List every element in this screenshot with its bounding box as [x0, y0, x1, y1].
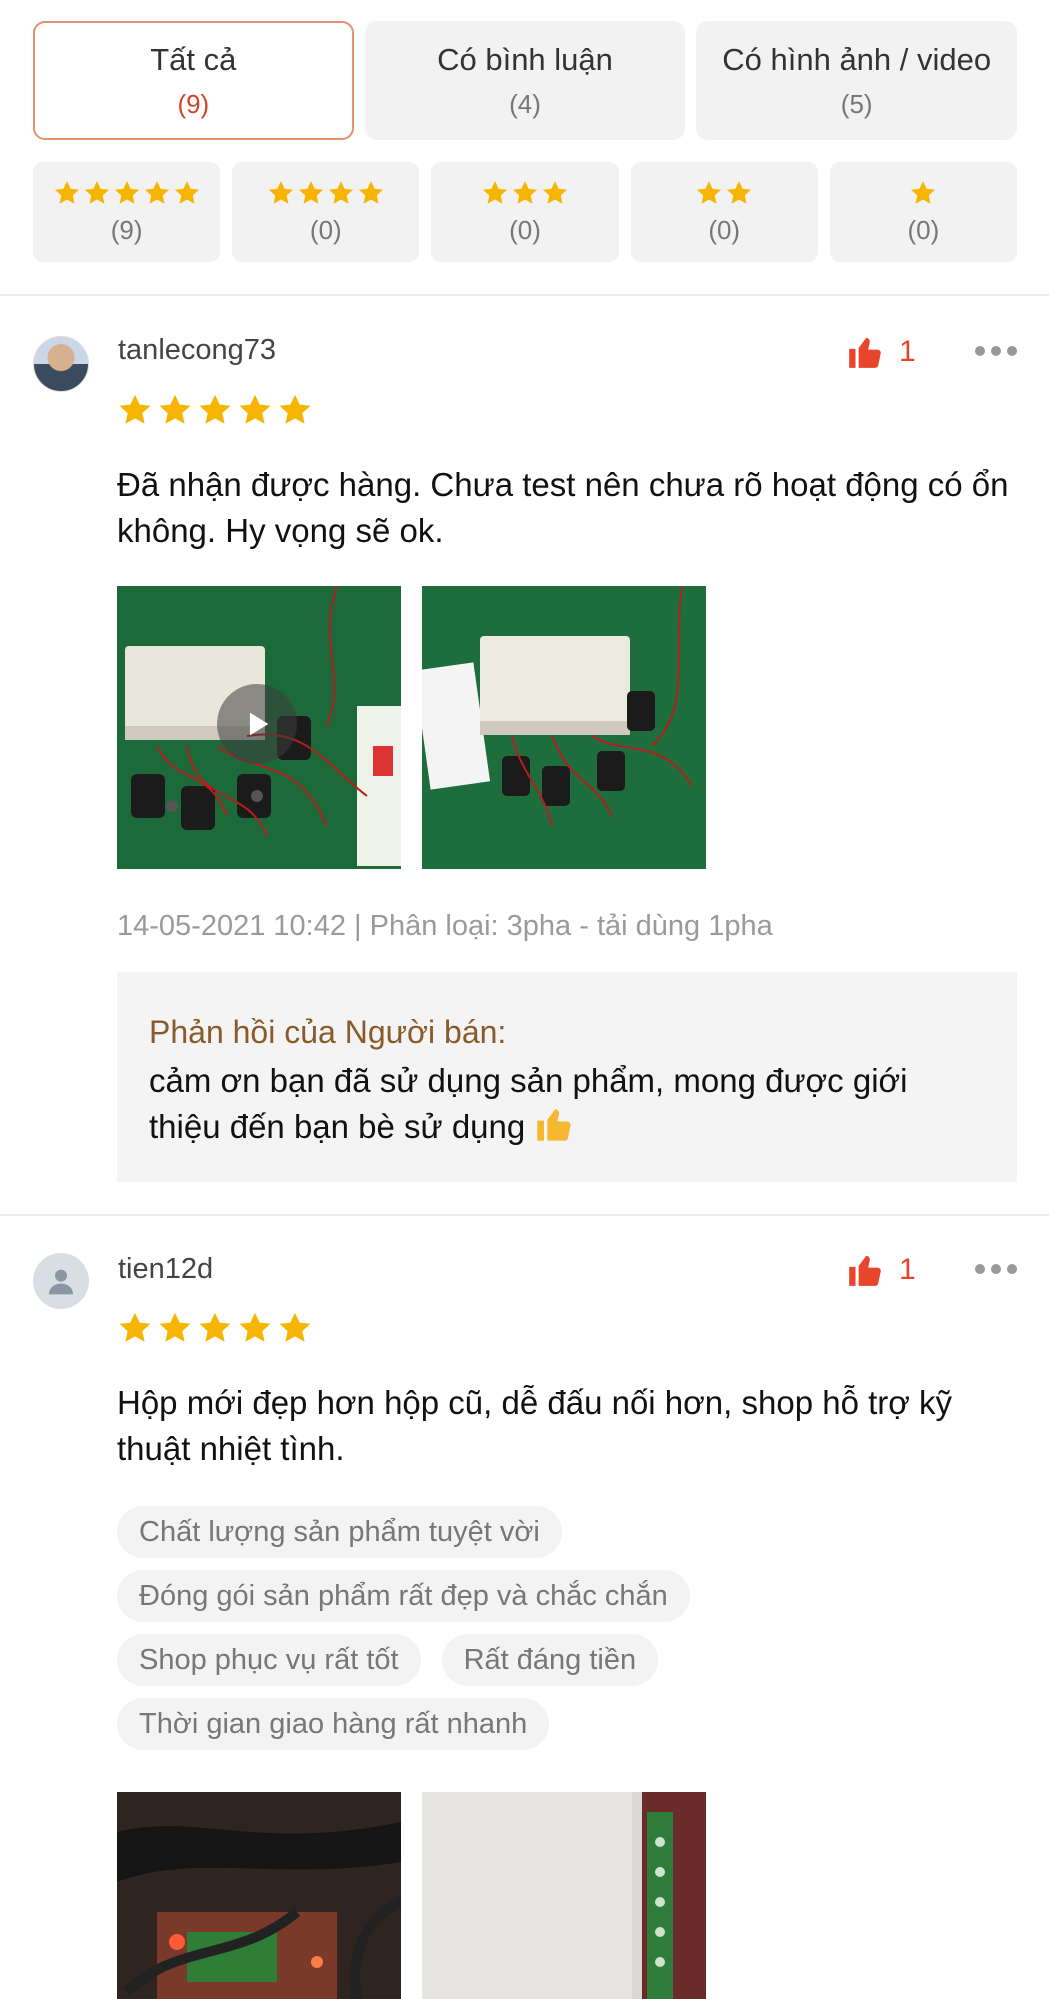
tab-with-media[interactable]: Có hình ảnh / video (5): [696, 21, 1018, 140]
reviewer-username[interactable]: tanlecong73: [118, 334, 276, 367]
star-icon: [83, 179, 111, 207]
review-rating: [117, 392, 317, 428]
star-icon: [277, 392, 313, 428]
reviewer-username[interactable]: tien12d: [118, 1253, 213, 1286]
like-count: 1: [899, 1253, 916, 1286]
star-icon: [297, 179, 325, 207]
star-icon: [157, 392, 193, 428]
star-filter-3[interactable]: (0): [431, 162, 619, 262]
star-icon: [511, 179, 539, 207]
star-icon: [541, 179, 569, 207]
more-options-icon[interactable]: [975, 346, 1017, 356]
star-icon: [481, 179, 509, 207]
review-tag: Rất đáng tiền: [441, 1634, 659, 1686]
star-icon: [909, 179, 937, 207]
star-icon: [725, 179, 753, 207]
star-icon: [267, 179, 295, 207]
review-image-thumbnail[interactable]: [117, 1792, 401, 1999]
star-icon: [357, 179, 385, 207]
star-filter-count: (9): [110, 214, 143, 245]
star-rating: [53, 179, 201, 207]
seller-reply-text: cảm ơn bạn đã sử dụng sản phẩm, mong đượ…: [149, 1058, 985, 1150]
tab-count: (4): [509, 88, 541, 119]
review-tags: Chất lượng sản phẩm tuyệt vời Đóng gói s…: [117, 1506, 1017, 1762]
review-image-thumbnail[interactable]: [422, 1792, 706, 1999]
review-tag: Chất lượng sản phẩm tuyệt vời: [117, 1506, 562, 1558]
thumbs-up-icon: [849, 1255, 881, 1286]
play-icon[interactable]: [217, 684, 297, 764]
avatar[interactable]: [33, 1253, 89, 1309]
review-meta: 14-05-2021 10:42 | Phân loại: 3pha - tải…: [117, 910, 773, 942]
review-comment: Hộp mới đẹp hơn hộp cũ, dễ đấu nối hơn, …: [117, 1384, 953, 1467]
tab-label: Có bình luận: [437, 42, 613, 78]
tab-label: Có hình ảnh / video: [722, 42, 992, 78]
more-options-icon[interactable]: [975, 1264, 1017, 1274]
star-filters: (9) (0) (0) (0) (0): [33, 162, 1018, 262]
seller-reply-title: Phản hồi của Người bán:: [149, 1014, 507, 1050]
star-icon: [117, 392, 153, 428]
like-count: 1: [899, 335, 916, 368]
tab-count: (9): [177, 88, 210, 119]
like-button[interactable]: 1: [845, 1251, 916, 1289]
tab-all[interactable]: Tất cả (9): [33, 21, 354, 140]
star-rating: [267, 179, 385, 207]
review-tag: Shop phục vụ rất tốt: [117, 1634, 421, 1686]
star-icon: [237, 1310, 273, 1346]
star-icon: [197, 392, 233, 428]
star-filter-count: (0): [708, 214, 741, 245]
star-icon: [53, 179, 81, 207]
star-rating: [481, 179, 569, 207]
filter-tabs: Tất cả (9) Có bình luận (4) Có hình ảnh …: [33, 21, 1018, 140]
review-divider: [0, 1214, 1049, 1216]
section-divider: [0, 294, 1049, 296]
device-photo: [422, 1792, 706, 1999]
star-filter-count: (0): [309, 214, 342, 245]
star-icon: [117, 1310, 153, 1346]
star-icon: [113, 179, 141, 207]
star-icon: [327, 179, 355, 207]
review-image-thumbnail[interactable]: [422, 586, 706, 869]
review-video-thumbnail[interactable]: [117, 586, 401, 869]
device-photo: [117, 1792, 401, 1999]
review-tag: Thời gian giao hàng rất nhanh: [117, 1698, 550, 1750]
tab-with-comments[interactable]: Có bình luận (4): [364, 21, 686, 140]
star-icon: [237, 392, 273, 428]
review-tag: Đóng gói sản phẩm rất đẹp và chắc chắn: [117, 1570, 690, 1622]
user-icon: [49, 1269, 73, 1295]
seller-reply: Phản hồi của Người bán: cảm ơn bạn đã sử…: [117, 972, 1017, 1182]
star-filter-2[interactable]: (0): [630, 162, 818, 262]
star-filter-count: (0): [907, 214, 940, 245]
star-icon: [197, 1310, 233, 1346]
star-filter-4[interactable]: (0): [232, 162, 420, 262]
tab-label: Tất cả: [150, 42, 237, 78]
star-icon: [695, 179, 723, 207]
review-media: [117, 586, 706, 869]
avatar[interactable]: [33, 336, 89, 392]
thumbs-up-icon: [849, 337, 881, 368]
like-button[interactable]: 1: [845, 333, 916, 371]
review-rating: [117, 1310, 317, 1346]
seller-reply-body: cảm ơn bạn đã sử dụng sản phẩm, mong đượ…: [149, 1062, 908, 1145]
star-icon: [157, 1310, 193, 1346]
star-filter-count: (0): [509, 214, 541, 245]
star-rating: [695, 179, 753, 207]
star-icon: [143, 179, 171, 207]
thumbs-up-emoji-icon: [537, 1109, 571, 1141]
star-icon: [277, 1310, 313, 1346]
star-icon: [173, 179, 201, 207]
star-filter-5[interactable]: (9): [33, 162, 221, 262]
review-media: [117, 1792, 706, 1999]
review-comment: Đã nhận được hàng. Chưa test nên chưa rõ…: [117, 466, 1009, 549]
star-filter-1[interactable]: (0): [829, 162, 1018, 262]
tab-count: (5): [840, 88, 873, 119]
device-photo: [422, 586, 706, 869]
star-rating: [909, 179, 937, 207]
